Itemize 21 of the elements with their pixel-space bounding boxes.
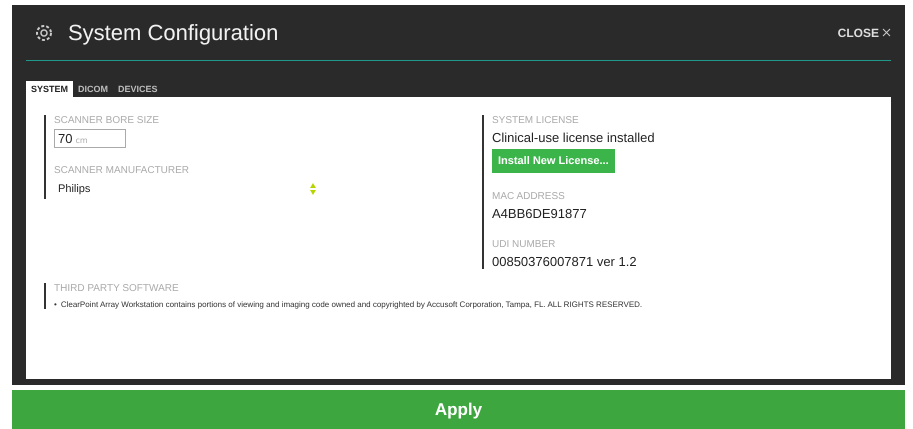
close-icon: [882, 28, 891, 37]
field-label: UDI NUMBER: [492, 239, 556, 250]
section-label: THIRD PARTY SOFTWARE: [54, 283, 180, 294]
field-label: SCANNER MANUFACTURER: [54, 165, 190, 176]
field-label: MAC ADDRESS: [492, 191, 566, 202]
window-title: System Configuration: [68, 20, 280, 46]
input-field[interactable]: 70 cm: [54, 129, 126, 148]
tab[interactable]: SYSTEM: [26, 81, 74, 97]
dropdown[interactable]: Philips: [54, 179, 322, 199]
close-button[interactable]: CLOSE: [838, 26, 891, 40]
tab[interactable]: DEVICES: [113, 81, 163, 97]
license-status: Clinical-use license installed: [492, 130, 656, 145]
bullet: •: [54, 300, 57, 309]
field-label: SYSTEM LICENSE: [492, 115, 580, 126]
udi-number: 00850376007871 ver 1.2: [492, 254, 638, 269]
tab[interactable]: DICOM: [73, 81, 114, 97]
copyright-notice: ClearPoint Array Workstation contains portions of viewing and imaging code owned and copyrighted by Accusoft Corporation, Tampa, FL. ALL RIGHTS RESERVED.: [60, 300, 642, 309]
spinner-icon: [310, 183, 316, 195]
field-label: SCANNER BORE SIZE: [54, 115, 160, 126]
settings-icon: [34, 22, 54, 42]
mac-address: A4BB6DE91877: [492, 206, 588, 221]
